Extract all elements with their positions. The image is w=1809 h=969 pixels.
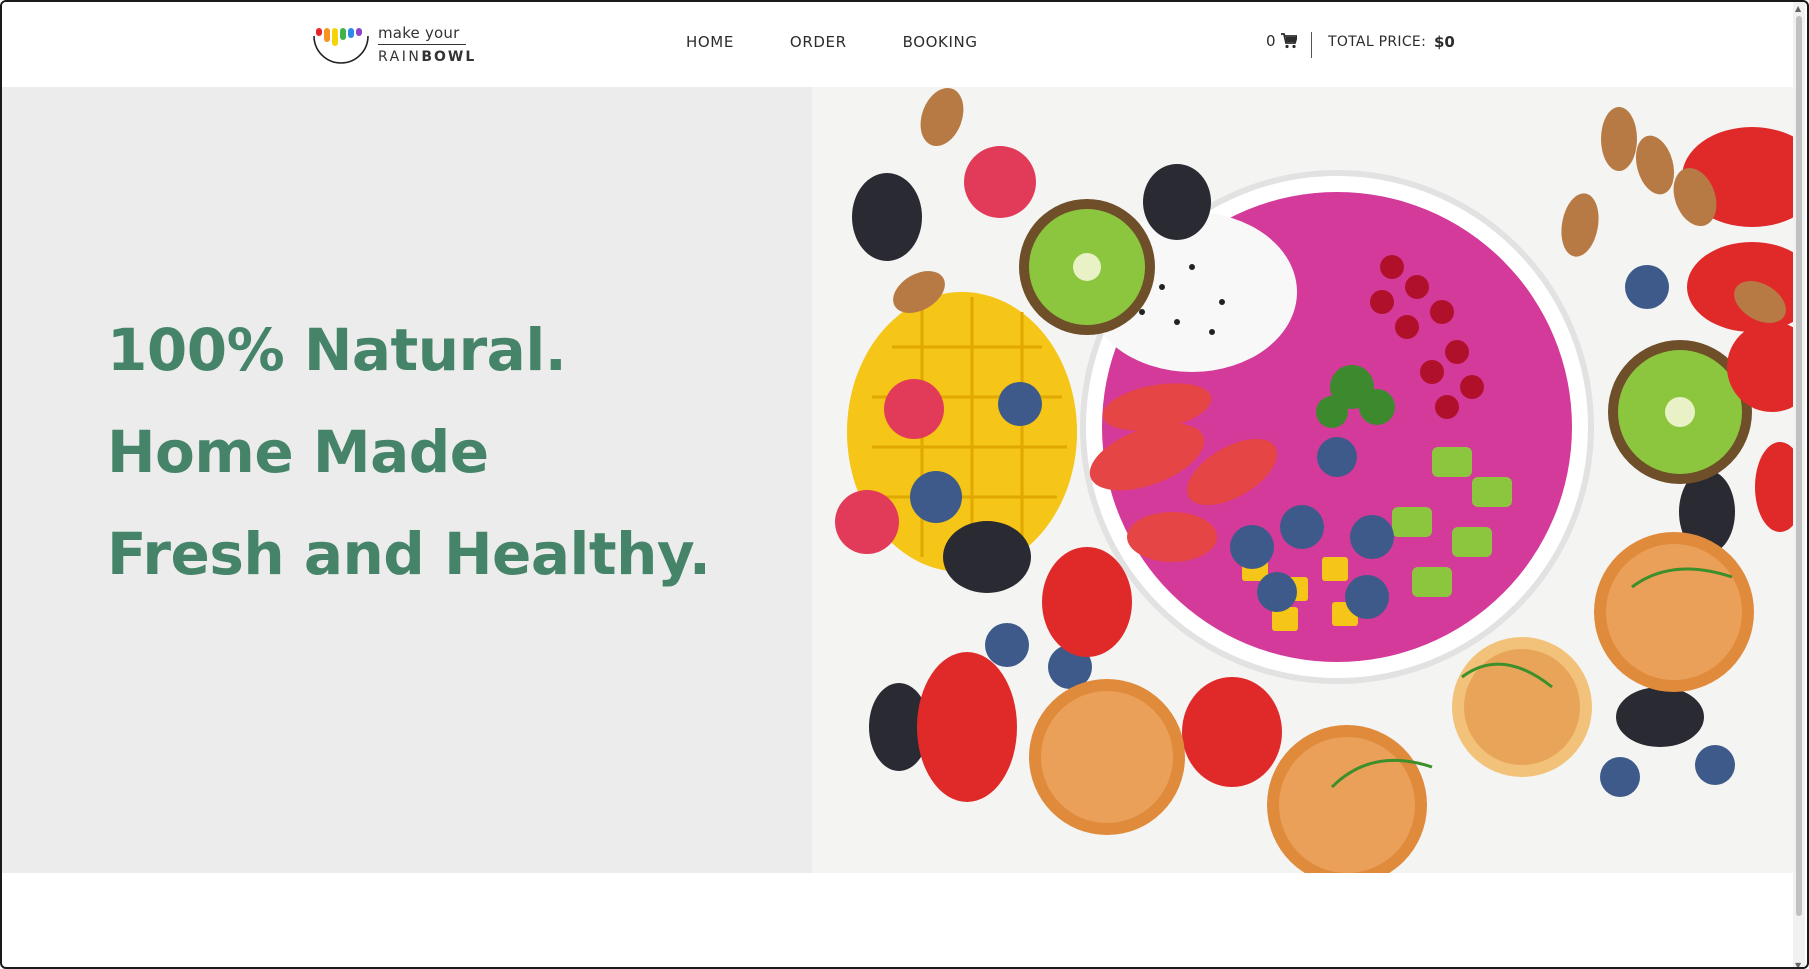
browser-window: make your RAINBOWL HOME ORDER BOOKING 0 … (0, 0, 1809, 969)
hero-line-2: Home Made (107, 418, 489, 486)
scroll-down-arrow-icon[interactable]: ▼ (1795, 961, 1803, 967)
total-price-label: TOTAL PRICE: (1328, 34, 1427, 50)
total-price-value: $0 (1434, 33, 1455, 51)
scrollbar-thumb[interactable] (1796, 16, 1802, 916)
header-divider (1311, 32, 1312, 58)
nav-order-link[interactable]: ORDER (790, 33, 847, 51)
main-nav: HOME ORDER BOOKING (686, 33, 1034, 51)
hero-section: 100% Natural. Home Made Fresh and Health… (2, 87, 1797, 873)
logo-wordmark: RAINBOWL (378, 49, 476, 65)
logo[interactable]: make your RAINBOWL (312, 24, 474, 68)
hero-heading: 100% Natural. Home Made Fresh and Health… (107, 299, 711, 605)
hero-line-3: Fresh and Healthy. (107, 520, 711, 588)
nav-booking-link[interactable]: BOOKING (903, 33, 978, 51)
cart-count: 0 (1266, 32, 1276, 50)
hero-line-1: 100% Natural. (107, 316, 567, 384)
site-header: make your RAINBOWL HOME ORDER BOOKING 0 … (2, 2, 1797, 87)
logo-tagline: make your (378, 24, 460, 42)
page-scrollbar[interactable]: ▲ ▼ (1793, 2, 1805, 967)
scroll-up-arrow-icon[interactable]: ▲ (1795, 4, 1803, 13)
nav-home-link[interactable]: HOME (686, 33, 734, 51)
logo-wordmark-light: RAIN (378, 49, 422, 65)
cart-button[interactable]: 0 (1266, 32, 1297, 50)
fruit-bowl-image (812, 87, 1797, 873)
rainbow-bowl-icon (313, 28, 369, 64)
shopping-cart-icon (1280, 33, 1297, 49)
logo-wordmark-bold: BOWL (421, 49, 477, 65)
logo-divider (378, 44, 466, 45)
